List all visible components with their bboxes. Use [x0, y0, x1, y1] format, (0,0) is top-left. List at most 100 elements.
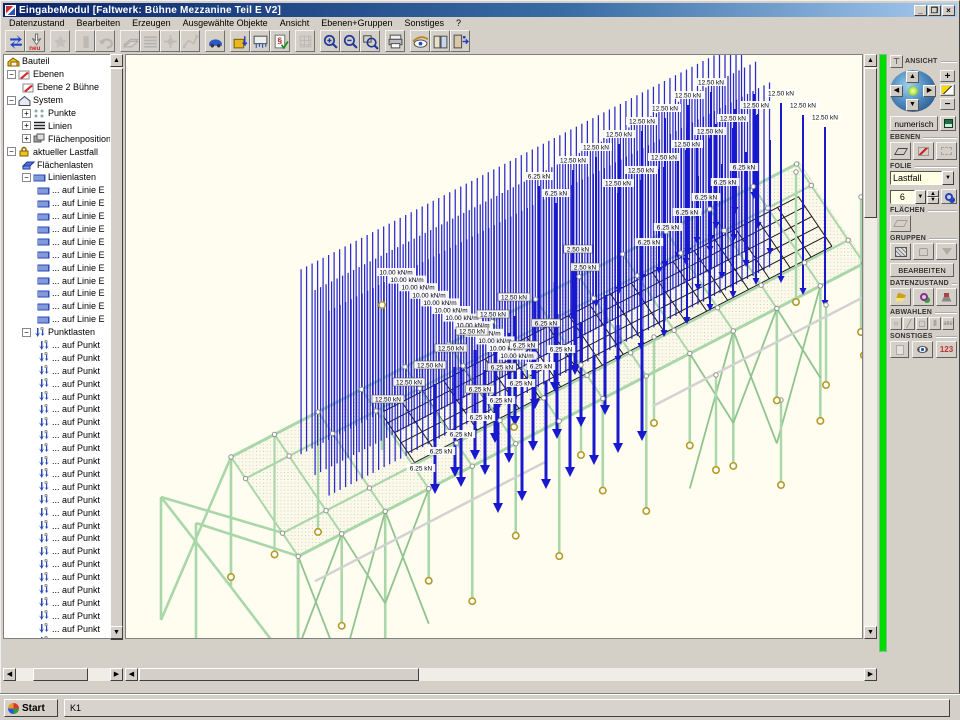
canvas-vscrollbar[interactable]: ▲ ▼ [864, 54, 877, 639]
menu-item-bearbeiten[interactable]: Bearbeiten [71, 18, 127, 28]
numerisch-button[interactable]: numerisch [890, 116, 938, 131]
toolbar-measure-button[interactable] [250, 30, 270, 52]
tree-item[interactable]: −Ebenen [4, 68, 110, 81]
tree-item[interactable]: ... auf Punkt [4, 545, 110, 558]
menu-item-sonstiges[interactable]: Sonstiges [399, 18, 451, 28]
tree-item[interactable]: Bauteil [4, 55, 110, 68]
tree-item[interactable]: ... auf Punkt [4, 377, 110, 390]
numbering-button[interactable]: 123 [936, 341, 957, 358]
tree-item[interactable]: ... auf Punkt [4, 519, 110, 532]
tree-item[interactable]: ... auf Linie E [4, 274, 110, 287]
collapse-icon[interactable]: − [22, 328, 31, 337]
folie-number-field[interactable]: 6 [890, 190, 915, 204]
toolbar-zoom-window-button[interactable] [360, 30, 380, 52]
view-center-glow[interactable] [908, 86, 918, 96]
rotate-right-button[interactable]: ▶ [923, 85, 936, 97]
check-data-button[interactable] [913, 288, 934, 306]
menu-item-ebenen-gruppen[interactable]: Ebenen+Gruppen [315, 18, 398, 28]
tree-item[interactable]: +Punkte [4, 107, 110, 120]
collapse-icon[interactable]: − [7, 70, 16, 79]
tree-item[interactable]: ... auf Linie E [4, 184, 110, 197]
tree-item[interactable]: ... auf Linie E [4, 300, 110, 313]
toolbar-render-view-button[interactable] [410, 30, 430, 52]
toolbar-zoom-out-button[interactable] [340, 30, 360, 52]
menu-item-ansicht[interactable]: Ansicht [274, 18, 316, 28]
pin-panel-button[interactable]: ⊤ [890, 55, 903, 68]
tree-item[interactable]: ... auf Punkt [4, 532, 110, 545]
canvas-scroll-down-icon[interactable]: ▼ [864, 626, 877, 639]
menu-item-ausgew-hlte-objekte[interactable]: Ausgewählte Objekte [177, 18, 274, 28]
toolbar-print-button[interactable] [385, 30, 405, 52]
tree-item[interactable]: ... auf Linie E [4, 235, 110, 248]
minimize-button[interactable]: _ [914, 5, 927, 16]
toolbar-load-folder-button[interactable] [230, 30, 250, 52]
tree-item[interactable]: ... auf Punkt [4, 351, 110, 364]
tree-item[interactable]: ... auf Punkt [4, 584, 110, 597]
view-rotate-ball[interactable]: ▲ ▼ ◀ ▶ [890, 70, 936, 112]
start-button[interactable]: Start [4, 699, 58, 717]
tree-item[interactable]: ... auf Linie E [4, 248, 110, 261]
tree-item[interactable]: ... auf Punkt [4, 403, 110, 416]
canvas-hscroll-thumb[interactable] [139, 668, 419, 681]
ebene-3d-button[interactable] [890, 142, 911, 160]
tree-item[interactable]: ... auf Punkt [4, 455, 110, 468]
zoom-plus-button[interactable]: + [940, 70, 955, 82]
tree-item[interactable]: ... auf Punkt [4, 364, 110, 377]
toolbar-norm-check-button[interactable]: § [270, 30, 290, 52]
clean-data-button[interactable] [890, 288, 911, 306]
canvas-scroll-left-icon[interactable]: ◀ [125, 668, 138, 681]
folie-number-arrow-icon[interactable]: ▼ [915, 190, 926, 204]
toolbar-new-load-button[interactable]: neu [25, 30, 45, 52]
menu-item-datenzustand[interactable]: Datenzustand [3, 18, 71, 28]
stamp-data-button[interactable] [936, 288, 957, 306]
tree-item[interactable]: ... auf Punkt [4, 416, 110, 429]
tree-scroll-up-icon[interactable]: ▲ [110, 54, 123, 67]
save-view-button[interactable] [940, 116, 956, 131]
tree-item[interactable]: −aktueller Lastfall [4, 145, 110, 158]
tree-item[interactable]: ... auf Punkt [4, 390, 110, 403]
canvas-scroll-right-icon[interactable]: ▶ [864, 668, 877, 681]
object-tree[interactable]: Bauteil−EbenenEbene 2 Bühne−System+Punkt… [3, 54, 110, 639]
rotate-up-button[interactable]: ▲ [906, 71, 919, 83]
tree-item[interactable]: ... auf Punkt [4, 622, 110, 635]
ebene-edit-button[interactable] [913, 142, 934, 160]
close-button[interactable]: × [942, 5, 955, 16]
render-button[interactable] [912, 341, 933, 358]
tree-vscrollbar[interactable]: ▲ ▼ [110, 54, 123, 639]
tree-item[interactable]: ... auf Linie E [4, 223, 110, 236]
folie-zoom-button[interactable] [941, 189, 957, 204]
folie-spin-down-icon[interactable]: ▼ [927, 197, 939, 204]
tree-item[interactable]: ... auf Punkt [4, 493, 110, 506]
tree-item[interactable]: ... auf Punkt [4, 468, 110, 481]
tree-item[interactable]: ... auf Linie E [4, 287, 110, 300]
toolbar-car-button[interactable] [205, 30, 225, 52]
folie-spin-up-icon[interactable]: ▲ [927, 190, 939, 197]
toolbar-data-transfer-button[interactable] [5, 30, 25, 52]
tree-scroll-right-icon[interactable]: ▶ [110, 668, 123, 681]
rotate-down-button[interactable]: ▼ [906, 99, 919, 111]
canvas-scroll-up-icon[interactable]: ▲ [864, 54, 877, 67]
folie-select[interactable]: Lastfall [890, 171, 942, 185]
tree-item[interactable]: +Linien [4, 119, 110, 132]
tree-scroll-down-icon[interactable]: ▼ [110, 626, 123, 639]
gruppen-hatch-button[interactable] [890, 243, 911, 260]
tree-item[interactable]: ... auf Punkt [4, 506, 110, 519]
tree-item[interactable]: −Punktlasten [4, 326, 110, 339]
tree-item[interactable]: ... auf Punkt [4, 558, 110, 571]
tree-item[interactable]: Flächenlasten [4, 158, 110, 171]
tree-item[interactable]: ... auf Punkt [4, 635, 110, 639]
tree-item[interactable]: Ebene 2 Bühne [4, 81, 110, 94]
toolbar-book-button[interactable] [430, 30, 450, 52]
tree-item[interactable]: ... auf Linie E [4, 261, 110, 274]
tree-item[interactable]: ... auf Linie E [4, 313, 110, 326]
tree-hscroll-thumb[interactable] [33, 668, 88, 681]
tree-item[interactable]: ... auf Linie E [4, 210, 110, 223]
tree-item[interactable]: ... auf Punkt [4, 609, 110, 622]
canvas-vscroll-thumb[interactable] [864, 68, 877, 218]
collapse-icon[interactable]: − [7, 147, 16, 156]
tree-scroll-left-icon[interactable]: ◀ [3, 668, 16, 681]
bearbeiten-button[interactable]: BEARBEITEN [890, 263, 954, 277]
collapse-icon[interactable]: − [22, 173, 31, 182]
folie-select-arrow-icon[interactable]: ▼ [942, 171, 954, 185]
rotate-left-button[interactable]: ◀ [890, 85, 903, 97]
